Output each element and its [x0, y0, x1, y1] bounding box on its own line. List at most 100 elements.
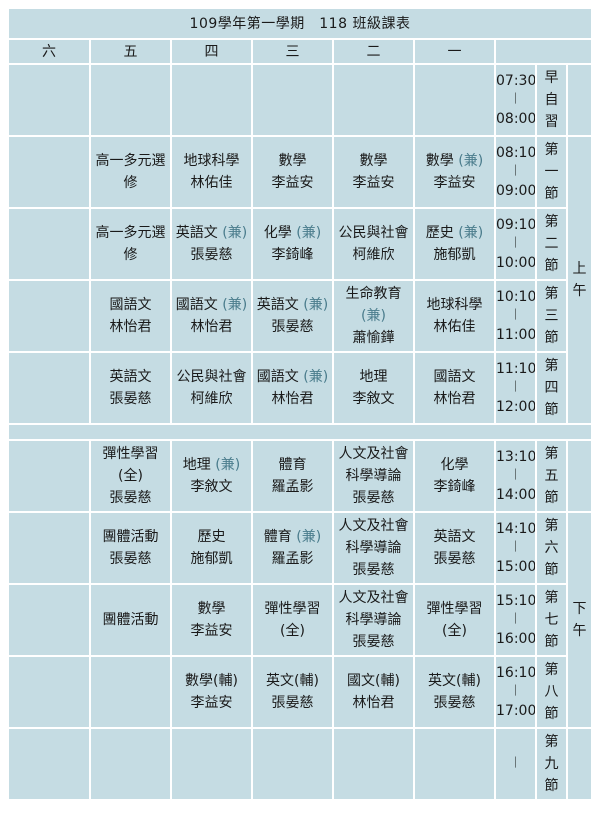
- day-header-tue: 二: [332, 38, 415, 65]
- lunch-gap-row: [6, 423, 594, 441]
- period-row-6: 團體活動 張晏慈 歷史 施郁凱 體育 (兼) 羅孟影 人文及社會 科學導論 張晏慈 英語文…: [7, 511, 594, 729]
- period-label: 第三節: [535, 279, 568, 353]
- period-row-1: 高一多元選修 地球科學 林佑佳 數學 李益安 數學 李益安 數學 (兼) 李益安 08:…: [7, 135, 594, 425]
- cell-p3-tue: 生命教育 (兼) 蕭愉鏵: [332, 279, 415, 353]
- period-time: 10:10 ︱ 11:00: [494, 279, 537, 353]
- cell-p9-thu: [170, 727, 253, 801]
- cell-p6-wed: 體育 (兼) 羅孟影: [251, 511, 334, 585]
- period-row-2: 高一多元選修 英語文 (兼) 張晏慈 化學 (兼) 李錡峰 公民與社會 柯維欣 歷史 …: [7, 207, 592, 281]
- cell-p1-mon: 數學 (兼) 李益安: [413, 135, 496, 209]
- cell-p4-wed: 國語文 (兼) 林怡君: [251, 351, 334, 425]
- period-label: 第六節: [535, 511, 568, 585]
- period-time: 07:30 ︱ 08:00: [494, 63, 537, 137]
- cell-p9-fri: [89, 727, 172, 801]
- cell-p5-fri: 彈性學習 (全) 張晏慈: [89, 439, 172, 513]
- cell-p3-mon: 地球科學 林佑佳: [413, 279, 496, 353]
- lunch-gap: [6, 423, 594, 441]
- cell-p7-fri: 團體活動: [89, 583, 172, 657]
- cell-p4-thu: 公民與社會 柯維欣: [170, 351, 253, 425]
- period-row-9: ︱ 第九節: [7, 727, 594, 801]
- period-time: 08:10 ︱ 09:00: [494, 135, 537, 209]
- day-header-wed: 三: [251, 38, 334, 65]
- day-header-fri: 五: [89, 38, 172, 65]
- cell-p2-wed: 化學 (兼) 李錡峰: [251, 207, 334, 281]
- day-header-sat: 六: [7, 38, 91, 65]
- cell-p9-wed: [251, 727, 334, 801]
- cell-p5-sat: [7, 439, 91, 513]
- cell-p4-fri: 英語文 張晏慈: [89, 351, 172, 425]
- cell-p6-thu: 歷史 施郁凱: [170, 511, 253, 585]
- period-time: 15:10 ︱ 16:00: [494, 583, 537, 657]
- cell-p2-tue: 公民與社會 柯維欣: [332, 207, 415, 281]
- cell-p8-thu: 數學(輔) 李益安: [170, 655, 253, 729]
- cell-p8-mon: 英文(輔) 張晏慈: [413, 655, 496, 729]
- period-label: 第九節: [535, 727, 568, 801]
- section-label-morning: [565, 63, 594, 137]
- cell-p0-sat: [7, 63, 91, 137]
- cell-p7-wed: 彈性學習 (全): [251, 583, 334, 657]
- section-label-afternoon: 下午: [565, 511, 594, 729]
- cell-p9-tue: [332, 727, 415, 801]
- period-row-5: 彈性學習 (全) 張晏慈 地理 (兼) 李敘文 體育 羅孟影 人文及社會 科學導論 張晏慈 …: [7, 439, 594, 513]
- cell-p0-thu: [170, 63, 253, 137]
- period-row-4: 英語文 張晏慈 公民與社會 柯維欣 國語文 (兼) 林怡君 地理 李敘文 國語文 林怡君 …: [7, 351, 592, 425]
- timetable: 109學年第一學期 118 班級課表 六 五 四 三 二 一 07:30 ︱ 08:…: [6, 7, 594, 801]
- day-header-blank: [493, 38, 594, 65]
- period-row-0: 07:30 ︱ 08:00 早自習: [7, 63, 594, 137]
- cell-p2-fri: 高一多元選修: [89, 207, 172, 281]
- cell-p6-sat: [7, 511, 91, 585]
- cell-p2-mon: 歷史 (兼) 施郁凱: [413, 207, 496, 281]
- period-label: 第一節: [535, 135, 568, 209]
- section-label-afternoon: [565, 439, 594, 513]
- cell-p6-mon: 英語文 張晏慈: [413, 511, 496, 585]
- cell-p6-tue: 人文及社會 科學導論 張晏慈: [332, 511, 415, 585]
- day-header-mon: 一: [413, 38, 496, 65]
- cell-p5-thu: 地理 (兼) 李敘文: [170, 439, 253, 513]
- cell-p8-sat: [7, 655, 91, 729]
- period-time: 09:10 ︱ 10:00: [494, 207, 537, 281]
- cell-p9-mon: [413, 727, 496, 801]
- cell-p7-mon: 彈性學習 (全): [413, 583, 496, 657]
- period-time: 11:10 ︱ 12:00: [494, 351, 537, 425]
- period-time: 14:10 ︱ 15:00: [494, 511, 537, 585]
- cell-p3-thu: 國語文 (兼) 林怡君: [170, 279, 253, 353]
- day-header-thu: 四: [170, 38, 253, 65]
- section-label-evening: [565, 727, 594, 801]
- cell-p8-tue: 國文(輔) 林怡君: [332, 655, 415, 729]
- day-header-row: 六 五 四 三 二 一: [7, 38, 594, 65]
- period-label: 第五節: [535, 439, 568, 513]
- period-label: 第二節: [535, 207, 568, 281]
- timetable-title: 109學年第一學期 118 班級課表: [6, 7, 594, 40]
- section-label-morning: 上午: [565, 135, 594, 425]
- period-label: 第四節: [535, 351, 568, 425]
- cell-p8-wed: 英文(輔) 張晏慈: [251, 655, 334, 729]
- cell-p3-fri: 國語文 林怡君: [89, 279, 172, 353]
- cell-p4-tue: 地理 李敘文: [332, 351, 415, 425]
- cell-p7-thu: 數學 李益安: [170, 583, 253, 657]
- period-time: ︱: [494, 727, 537, 801]
- cell-p6-fri: 團體活動 張晏慈: [89, 511, 172, 585]
- cell-p8-fri: [89, 655, 172, 729]
- period-label: 早自習: [535, 63, 568, 137]
- period-time: 16:10 ︱ 17:00: [494, 655, 537, 729]
- period-label: 第八節: [535, 655, 568, 729]
- cell-p1-wed: 數學 李益安: [251, 135, 334, 209]
- cell-p1-sat: [7, 135, 91, 209]
- period-time: 13:10 ︱ 14:00: [494, 439, 537, 513]
- period-row-8: 數學(輔) 李益安 英文(輔) 張晏慈 國文(輔) 林怡君 英文(輔) 張晏慈 16:1…: [7, 655, 592, 729]
- cell-p0-fri: [89, 63, 172, 137]
- cell-p1-thu: 地球科學 林佑佳: [170, 135, 253, 209]
- cell-p7-sat: [7, 583, 91, 657]
- period-label: 第七節: [535, 583, 568, 657]
- cell-p4-sat: [7, 351, 91, 425]
- cell-p5-tue: 人文及社會 科學導論 張晏慈: [332, 439, 415, 513]
- cell-p0-mon: [413, 63, 496, 137]
- cell-p1-fri: 高一多元選修: [89, 135, 172, 209]
- cell-p9-sat: [7, 727, 91, 801]
- cell-p4-mon: 國語文 林怡君: [413, 351, 496, 425]
- cell-p2-thu: 英語文 (兼) 張晏慈: [170, 207, 253, 281]
- period-row-7: 團體活動 數學 李益安 彈性學習 (全) 人文及社會 科學導論 張晏慈 彈性學習 (全) …: [7, 583, 592, 657]
- cell-p0-wed: [251, 63, 334, 137]
- cell-p0-tue: [332, 63, 415, 137]
- cell-p3-wed: 英語文 (兼) 張晏慈: [251, 279, 334, 353]
